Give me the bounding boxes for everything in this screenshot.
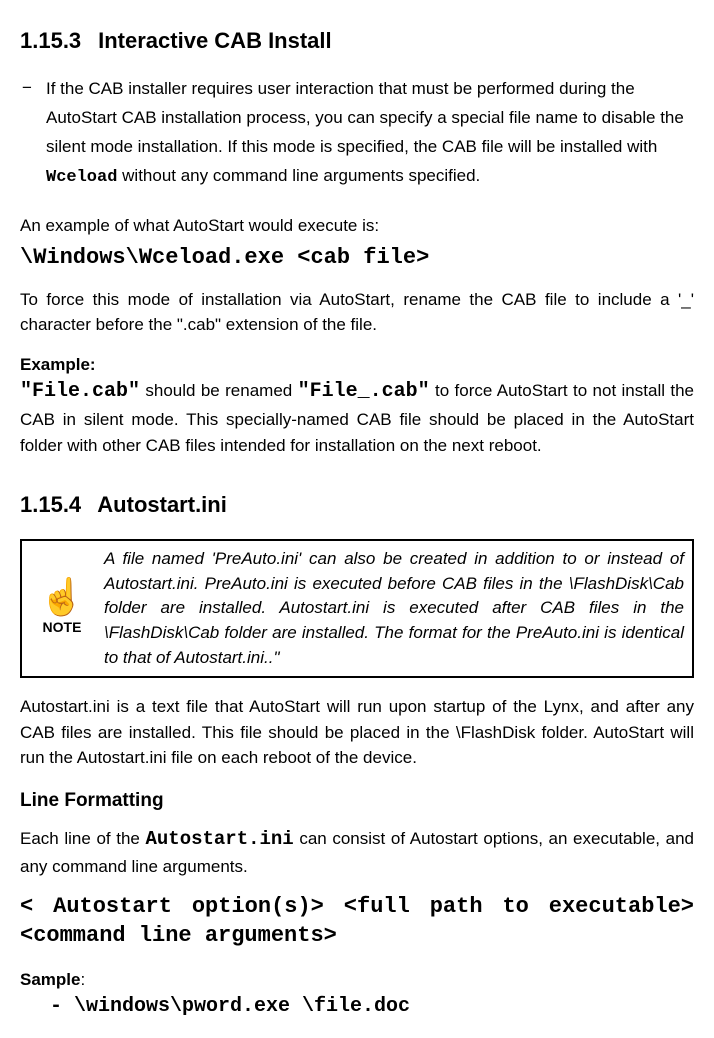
code-file-cab-new: "File_.cab"	[298, 380, 430, 403]
example-intro-text: An example of what AutoStart would execu…	[20, 213, 694, 239]
heading-title: Interactive CAB Install	[98, 28, 332, 53]
sample-label: Sample	[20, 970, 80, 989]
code-inline-autostart-ini: Autostart.ini	[145, 828, 293, 850]
code-file-cab: "File.cab"	[20, 380, 140, 403]
note-label: NOTE	[43, 617, 82, 638]
heading-number: 1.15.3	[20, 24, 92, 57]
bullet-marker: −	[20, 75, 46, 193]
note-left-column: ☝ NOTE	[30, 547, 94, 670]
section-heading-1-15-3: 1.15.3 Interactive CAB Install	[20, 24, 694, 57]
note-box: ☝ NOTE A file named 'PreAuto.ini' can al…	[20, 539, 694, 678]
bullet-item: − If the CAB installer requires user int…	[20, 75, 694, 193]
sample-code-line: - \windows\pword.exe \file.doc	[20, 992, 694, 1022]
example-label: Example:	[20, 352, 694, 378]
text-fragment: If the CAB installer requires user inter…	[46, 79, 684, 156]
syntax-line: < Autostart option(s)> <full path to exe…	[20, 893, 694, 950]
line-formatting-text: Each line of the Autostart.ini can consi…	[20, 825, 694, 879]
bullet-text: If the CAB installer requires user inter…	[46, 75, 694, 193]
line-formatting-heading: Line Formatting	[20, 787, 694, 816]
code-inline-wceload: Wceload	[46, 168, 117, 187]
pointing-hand-icon: ☝	[40, 579, 85, 615]
sample-colon: :	[80, 970, 85, 989]
text-fragment: Each line of the	[20, 829, 145, 848]
example-command: \Windows\Wceload.exe <cab file>	[20, 244, 694, 273]
heading-number: 1.15.4	[20, 488, 92, 521]
text-fragment: should be renamed	[140, 381, 298, 400]
heading-title: Autostart.ini	[97, 492, 227, 517]
text-fragment: without any command line arguments speci…	[117, 166, 480, 185]
note-text: A file named 'PreAuto.ini' can also be c…	[94, 547, 684, 670]
autostart-body-text: Autostart.ini is a text file that AutoSt…	[20, 694, 694, 771]
force-mode-text: To force this mode of installation via A…	[20, 287, 694, 338]
rename-example-text: "File.cab" should be renamed "File_.cab"…	[20, 377, 694, 458]
section-heading-1-15-4: 1.15.4 Autostart.ini	[20, 488, 694, 521]
